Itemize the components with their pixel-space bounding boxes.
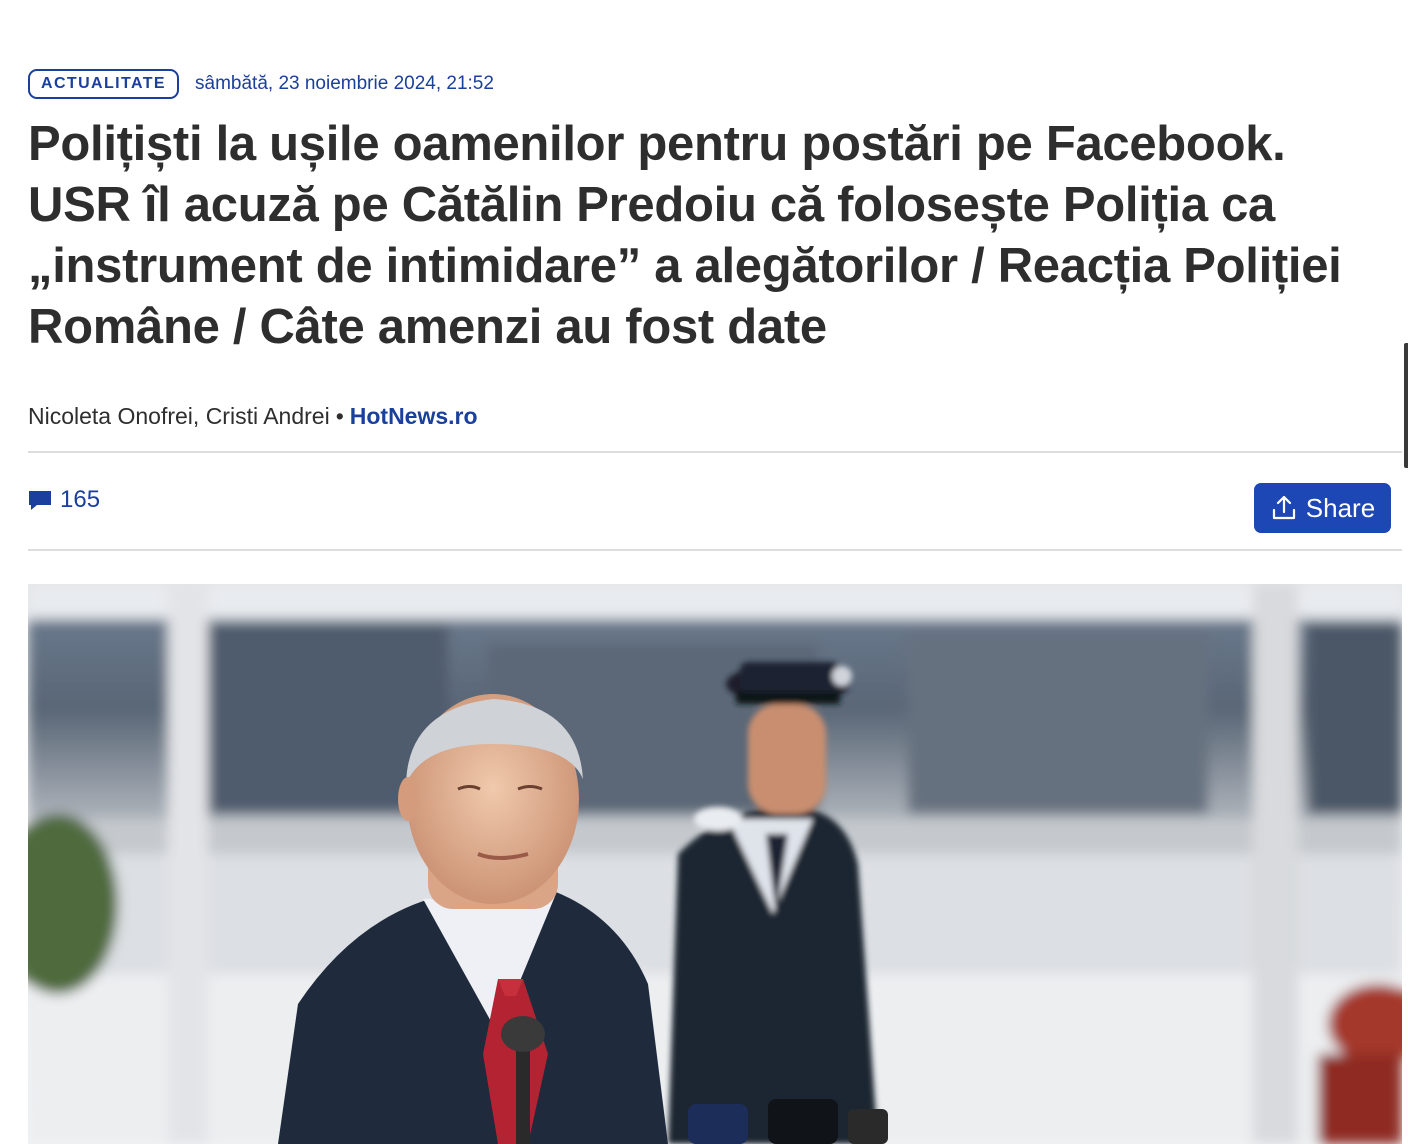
- divider-bottom: [28, 549, 1402, 551]
- comment-count: 165: [60, 486, 101, 513]
- share-label: Share: [1305, 492, 1376, 523]
- article-photo: [28, 584, 1402, 1144]
- photo-illustration: [28, 584, 1402, 1144]
- speech-bubble-icon: [29, 491, 51, 510]
- publish-date: sâmbătă, 23 noiembrie 2024, 21:52: [195, 73, 494, 94]
- comments-link[interactable]: 165: [28, 486, 100, 514]
- article-meta: ACTUALITATE sâmbătă, 23 noiembrie 2024, …: [28, 69, 494, 99]
- byline-separator: •: [335, 403, 344, 429]
- byline: Nicoleta Onofrei, Cristi Andrei • HotNews.…: [28, 400, 478, 432]
- scrollbar-thumb[interactable]: [1404, 343, 1408, 468]
- category-badge[interactable]: ACTUALITATE: [28, 69, 180, 99]
- article-title: Polițiști la ușile oamenilor pentru post…: [28, 117, 1342, 354]
- upload-share-icon: [1272, 495, 1295, 520]
- author-names: Nicoleta Onofrei, Cristi Andrei: [28, 403, 330, 429]
- source-link[interactable]: HotNews.ro: [350, 403, 478, 429]
- share-button[interactable]: Share: [1254, 483, 1391, 533]
- divider-top: [28, 451, 1402, 453]
